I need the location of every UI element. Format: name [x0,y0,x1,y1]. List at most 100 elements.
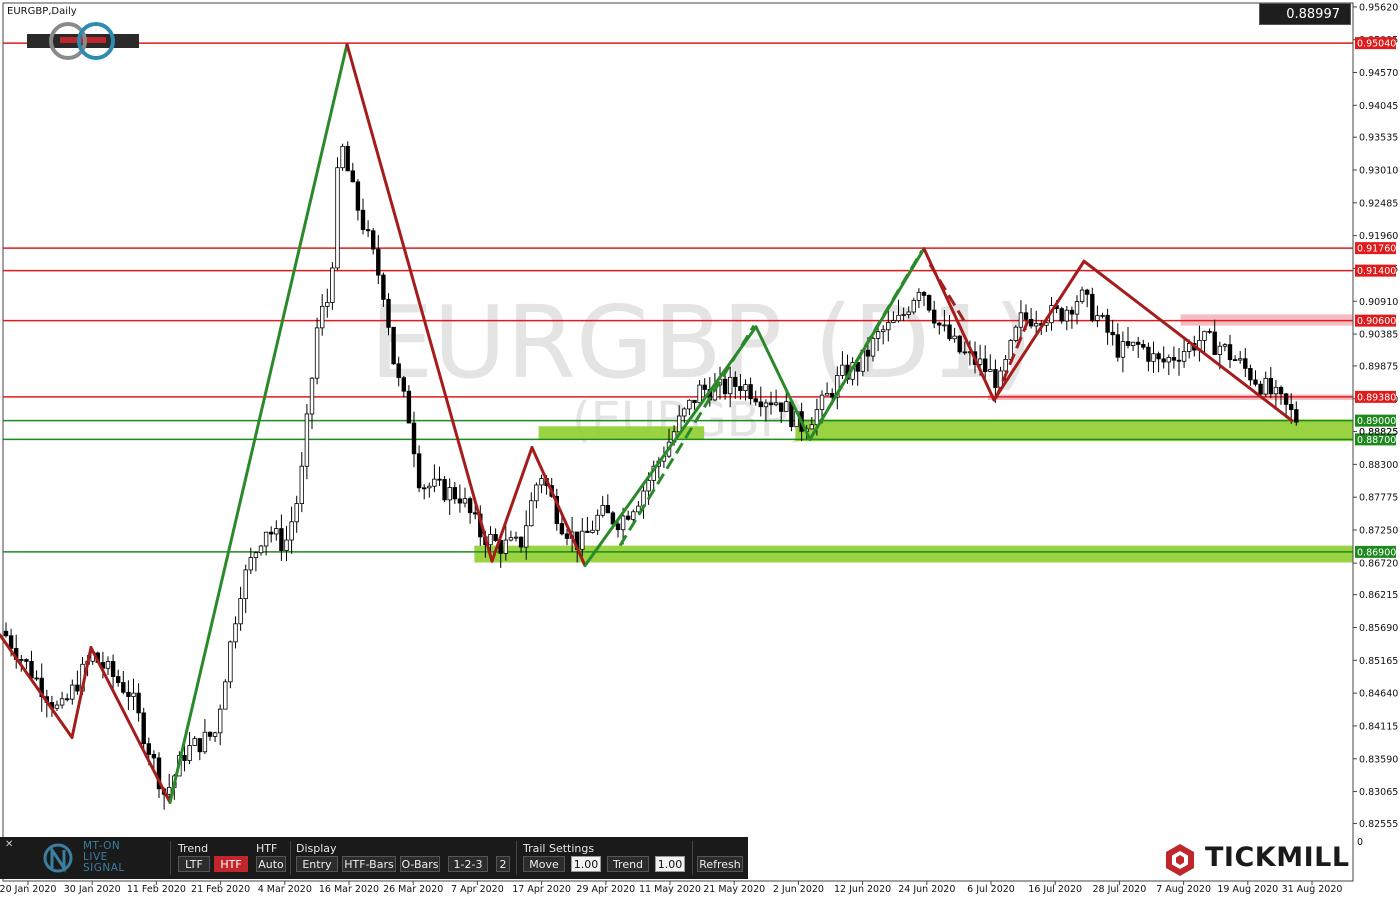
y-tick-label: 0.92485 [1359,198,1398,209]
trail-trend-value[interactable]: 1.00 [655,856,685,872]
y-tick-label: 0.95620 [1359,2,1398,13]
candle-body-up [263,531,269,547]
candle-body-down [3,630,9,637]
candle [391,326,396,365]
candle-body-up [773,402,779,406]
zone-rect [795,419,1353,442]
display-o-bars-button[interactable]: O-Bars [400,856,440,872]
trend-title: Trend [178,842,209,855]
candle-body-up [988,369,993,372]
candle-body-down [1156,353,1161,360]
candle-body-up [187,745,192,761]
watermark-main: EURGBP (D1) [370,284,1033,401]
candle-body-up [508,537,514,541]
candle-body-down [1085,289,1090,295]
trend-ltf-button[interactable]: LTF [178,856,210,872]
candle-body-up [784,401,789,412]
trail-move-value[interactable]: 1.00 [571,856,601,872]
trail-trend-button[interactable]: Trend [607,856,649,872]
refresh-button[interactable]: Refresh [697,856,743,872]
y-tick-label: 0.90385 [1359,330,1398,341]
x-date-label: 24 Jun 2020 [898,884,955,895]
candle-body-up [166,786,172,795]
candle-body-down [1232,359,1238,361]
candle-body-down [753,398,758,403]
y-tick-label: 0.86215 [1359,590,1398,601]
price-chart[interactable]: EURGBP (D1) (EURGBP) 0.956200.950950.945… [0,0,1400,900]
candle-body-down [1253,379,1258,385]
candle-body-up [998,370,1003,389]
candle-body-down [1105,314,1110,333]
y-tick-label: 0.83590 [1359,754,1398,765]
candle [406,385,412,424]
candle-body-up [1064,309,1069,322]
candle-body-up [916,292,922,301]
candle-body-up [682,408,687,417]
candle-body-down [493,533,498,541]
candle-body-down [1243,358,1248,369]
price-label-text: 0.91400 [1357,266,1396,277]
candle-body-down [350,170,355,183]
display-htf-bars-button[interactable]: HTF-Bars [342,856,396,872]
htf-title: HTF [256,842,278,855]
candle-body-up [427,485,432,489]
candle-body-down [437,478,442,481]
candle-body-up [595,514,600,531]
trend-htf-button[interactable]: HTF [214,856,248,872]
candle-body-up [488,533,493,546]
candle-body-up [763,402,769,408]
candle-body-up [253,552,259,559]
candle-body-up [258,545,264,554]
y-tick-label: 0.84640 [1359,689,1398,700]
candle-body-down [360,209,366,230]
candle-body-down [1115,334,1120,358]
candle-body-down [19,659,24,661]
trail-settings-title: Trail Settings [523,842,595,855]
y-tick-label: 0.84115 [1359,721,1398,732]
candle-body-up [105,661,111,669]
candle-body-down [1069,309,1075,315]
y-tick-label: 0.94570 [1359,68,1398,79]
candle-body-down [136,692,141,714]
y-tick-label: 0.82555 [1359,819,1398,830]
candle-body-down [1125,341,1131,346]
candle-body-down [151,754,157,759]
price-label-extra: 0.88825 [1359,427,1398,438]
candle-body-up [131,692,136,697]
htf-auto-button[interactable]: Auto [256,856,286,872]
candle-body-down [722,378,728,395]
close-icon[interactable]: ✕ [5,839,13,850]
display-123-button[interactable]: 1-2-3 [448,856,488,872]
candle-body-down [421,487,427,490]
candle-body-up [228,641,233,683]
candle-body-down [197,738,202,753]
y-tick-label: 0.85165 [1359,656,1398,667]
toolbar-separator [170,841,171,875]
candle-body-up [304,413,310,467]
trail-move-button[interactable]: Move [523,856,565,872]
candle-body-down [1258,383,1263,395]
candle-body-down [615,523,621,531]
candle-body-up [202,731,208,753]
y-tick-label: 0.87250 [1359,526,1398,537]
candle-body-down [376,248,381,276]
candle-body-down [182,755,187,761]
candle-body-down [748,384,753,400]
display-count-field[interactable]: 2 [496,856,510,872]
candle-body-down [1141,344,1146,348]
y-tick-label: 0.85690 [1359,623,1398,634]
candle-body-up [1074,301,1080,315]
candle-body-down [1146,346,1151,362]
price-label: 0.91400 [1355,264,1396,277]
x-date-label: 20 Jan 2020 [0,884,56,895]
display-entry-button[interactable]: Entry [296,856,338,872]
candle-body-up [886,322,891,331]
price-label: 0.89380 [1355,390,1396,403]
candle-body-up [600,504,605,516]
candle-body-up [870,337,876,357]
candle-body-up [824,393,830,396]
x-date-label: 6 Jul 2020 [967,884,1015,895]
candle-body-up [309,377,315,415]
candle-body-up [248,557,253,571]
candle [340,143,345,171]
